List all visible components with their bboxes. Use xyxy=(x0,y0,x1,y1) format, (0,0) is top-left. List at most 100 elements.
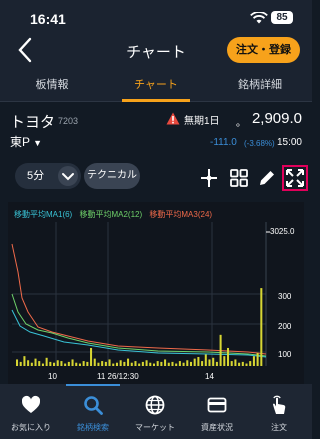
volume-bar xyxy=(182,362,185,366)
volume-bar xyxy=(215,361,218,366)
status-suffix: 。 xyxy=(236,118,246,129)
heart-icon xyxy=(21,395,41,413)
stock-chart[interactable]: 移動平均MA1(6) 移動平均MA2(12) 移動平均MA3(24) 3025.… xyxy=(8,202,304,384)
trading-status: 無期1日 xyxy=(184,116,220,127)
volume-bar xyxy=(27,360,30,366)
volume-bar xyxy=(141,361,144,366)
price-change-percent: (-3.68%) xyxy=(244,139,275,148)
x-axis-label: 10 xyxy=(48,372,57,381)
volume-bar xyxy=(97,362,100,366)
volume-bar xyxy=(23,356,26,366)
volume-axis-label: 300 xyxy=(278,292,292,301)
volume-bar xyxy=(160,361,163,366)
volume-bar xyxy=(175,363,178,366)
nav-assets-label: 資産状況 xyxy=(201,423,233,432)
volume-bar xyxy=(152,363,155,366)
stock-code: 7203 xyxy=(58,116,79,126)
volume-bar xyxy=(171,361,174,366)
volume-bar xyxy=(123,361,126,366)
volume-bar xyxy=(201,361,204,366)
status-bar: 16:41 85 xyxy=(0,0,312,32)
nav-stock-search[interactable]: 銘柄検索 xyxy=(62,384,124,439)
card-icon xyxy=(207,397,227,413)
volume-bar xyxy=(149,362,152,366)
volume-bar xyxy=(193,358,196,366)
quote-panel: トヨタ 7203 東P ▼ 無期1日 。 2,909.0 -111.0 (-3.… xyxy=(0,102,312,154)
market-label: 東P xyxy=(10,135,30,149)
volume-bar xyxy=(19,361,22,366)
volume-bar xyxy=(130,362,133,366)
volume-bar xyxy=(223,356,226,366)
volume-bar xyxy=(212,357,215,366)
tab-board[interactable]: 板情報 xyxy=(0,68,104,102)
section-tabs: 板情報 チャート 銘柄詳細 xyxy=(0,68,312,102)
volume-bar xyxy=(38,361,41,366)
x-axis-label: 14 xyxy=(205,372,214,381)
volume-bar xyxy=(138,363,141,366)
fullscreen-button[interactable] xyxy=(282,165,308,191)
volume-bar xyxy=(238,362,241,366)
current-price: 2,909.0 xyxy=(251,110,302,127)
volume-bar xyxy=(67,361,70,366)
volume-bar xyxy=(260,288,263,366)
volume-bar xyxy=(119,360,122,366)
volume-bar xyxy=(204,354,207,366)
chart-controls: 5分 テクニカル xyxy=(0,154,312,202)
volume-bar xyxy=(60,361,63,366)
grid-layout-icon[interactable] xyxy=(228,167,250,189)
volume-bar xyxy=(101,361,104,366)
nav-order-label: 注文 xyxy=(271,423,287,432)
search-icon xyxy=(84,396,103,415)
volume-bar xyxy=(71,359,74,366)
nav-order[interactable]: 注文 xyxy=(248,384,310,439)
volume-bar xyxy=(186,360,189,366)
crosshair-icon[interactable] xyxy=(198,167,220,189)
status-time: 16:41 xyxy=(30,11,66,27)
nav-favorites[interactable]: お気に入り xyxy=(0,384,62,439)
app-header: チャート 注文・登録 xyxy=(0,32,312,68)
volume-bar xyxy=(49,361,52,366)
volume-bar xyxy=(90,347,93,366)
globe-icon xyxy=(145,395,165,415)
volume-bar xyxy=(75,362,78,366)
warning-icon xyxy=(166,112,180,125)
volume-bar xyxy=(226,347,230,366)
volume-bar xyxy=(93,358,96,366)
volume-bar xyxy=(115,362,118,366)
order-register-button[interactable]: 注文・登録 xyxy=(227,37,300,63)
volume-bar xyxy=(112,363,115,366)
volume-bar xyxy=(167,362,170,366)
pencil-icon[interactable] xyxy=(256,167,278,189)
market-selector[interactable]: 東P ▼ xyxy=(10,133,42,150)
interval-select[interactable]: 5分 xyxy=(15,163,81,189)
volume-bar xyxy=(156,361,159,366)
volume-bar xyxy=(64,363,67,366)
volume-bar xyxy=(34,358,37,366)
volume-bar xyxy=(219,334,222,366)
bottom-tab-bar: お気に入り 銘柄検索 マーケット 資産状況 注文 xyxy=(0,384,312,439)
chevron-down-icon: ▼ xyxy=(33,138,43,148)
volume-bar xyxy=(104,361,107,366)
volume-bar xyxy=(82,361,85,366)
volume-bar xyxy=(134,361,137,366)
volume-bar xyxy=(127,358,130,366)
volume-bar xyxy=(252,356,255,366)
nav-favorites-label: お気に入り xyxy=(11,423,51,432)
order-hand-icon xyxy=(273,395,286,414)
nav-market[interactable]: マーケット xyxy=(124,384,186,439)
volume-bar xyxy=(208,359,211,366)
volume-bar xyxy=(56,360,59,366)
tab-stock-detail[interactable]: 銘柄詳細 xyxy=(208,68,312,102)
nav-assets[interactable]: 資産状況 xyxy=(186,384,248,439)
volume-bar xyxy=(241,361,244,366)
volume-bar xyxy=(249,361,252,366)
volume-bar xyxy=(86,361,89,366)
volume-bar xyxy=(178,361,181,366)
technical-button[interactable]: テクニカル xyxy=(84,163,140,189)
chevron-down-icon xyxy=(58,166,78,186)
volume-bar xyxy=(234,359,237,366)
volume-axis-label: 200 xyxy=(278,322,292,331)
volume-bar xyxy=(256,352,259,366)
volume-bar xyxy=(108,359,111,366)
tab-chart[interactable]: チャート xyxy=(104,68,208,102)
